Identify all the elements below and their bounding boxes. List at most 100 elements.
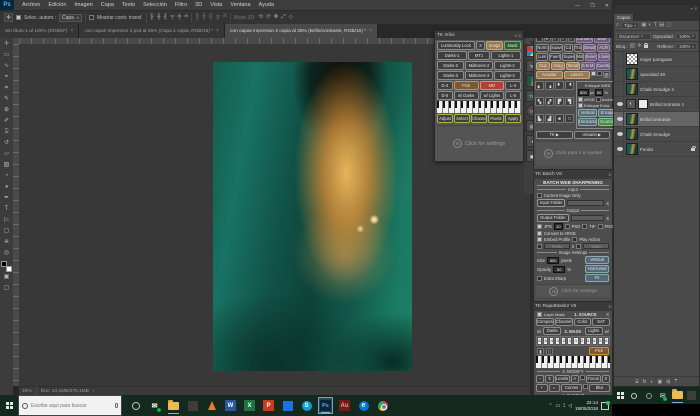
subtract-button[interactable]: − <box>536 375 544 383</box>
gradient-patch-icon[interactable]: ▨ <box>603 71 610 78</box>
menu-texto[interactable]: Texto <box>118 0 139 10</box>
tk-infinity-header[interactable]: TK Infini « ≡ <box>435 31 523 40</box>
rselec-button[interactable]: r.Selec <box>598 53 610 61</box>
filter-type-dropdown[interactable]: Tipo <box>621 22 639 29</box>
acoplar-button[interactable]: Acoplar <box>536 71 563 79</box>
lock-transparency-icon[interactable]: ▨ <box>630 42 635 51</box>
panel-menu-icon[interactable]: ≡ <box>518 33 521 38</box>
input-folder-button[interactable]: Input Folder <box>537 199 565 207</box>
dark-app-2[interactable] <box>687 388 697 403</box>
filter-adjustment-icon[interactable]: ◐ <box>648 21 651 30</box>
layer-row[interactable]: Chalk Smudge 2 <box>614 82 699 97</box>
mask-view-icon[interactable]: ▮ <box>537 348 544 355</box>
sharpen-size-field[interactable]: 800 <box>578 89 589 96</box>
darks1-button[interactable]: Darks-1 <box>437 51 467 60</box>
3d-pan-icon[interactable]: ✥ <box>274 13 279 22</box>
combo-checkbox2[interactable] <box>597 71 602 76</box>
usuario-menu-button[interactable]: Usuario ▶ <box>574 131 611 139</box>
clear-button[interactable]: X <box>476 41 485 50</box>
blur-tool[interactable]: ◔ <box>1 171 12 182</box>
vlc-app[interactable] <box>204 397 219 414</box>
combo-settings-area[interactable]: TK Click para ir a Ajustes <box>536 141 610 165</box>
move-tool[interactable]: ✛ <box>1 39 12 50</box>
3d-roll-icon[interactable]: ⟳ <box>266 13 271 22</box>
lights3-button[interactable]: Lights-3 <box>494 71 521 80</box>
zone-button[interactable]: 5 <box>598 337 603 345</box>
x-modify-button[interactable]: X <box>545 375 553 383</box>
foreground-color-swatch[interactable] <box>1 261 7 267</box>
sharpen-amount-field[interactable]: 50 <box>595 89 603 96</box>
menu-ventana[interactable]: Ventana <box>226 0 254 10</box>
layer-thumbnail[interactable] <box>626 143 638 155</box>
audition-app[interactable]: Au <box>337 397 352 414</box>
screen-mode-icon[interactable]: ▢ <box>1 283 12 294</box>
distribute-left-icon[interactable]: ╠ <box>195 13 199 22</box>
tk-rapidmask-header[interactable]: TK RapidMask2 V6≡ <box>533 302 613 311</box>
zone-button[interactable]: 3 <box>586 337 591 345</box>
document-tab-active[interactable]: con capas impresion 2 copia al 25% (Bril… <box>225 24 378 38</box>
layer-mask-thumbnail[interactable] <box>638 99 648 109</box>
eraser-tool[interactable]: ▱ <box>1 149 12 160</box>
dark-app[interactable] <box>185 397 200 414</box>
visibility-toggle[interactable] <box>616 127 624 141</box>
mask-view2-icon[interactable]: ▯ <box>546 348 553 355</box>
jpg-quality-field[interactable]: 10 <box>554 223 562 230</box>
select-button[interactable]: Select <box>454 114 470 123</box>
battery-icon[interactable]: ▭ <box>556 403 561 409</box>
distribute-top-icon[interactable]: ╦ <box>216 13 220 22</box>
layer-row[interactable]: Chalk Smudge <box>614 127 699 142</box>
zoom-level-field[interactable]: 25% <box>22 389 32 394</box>
collapse-icon[interactable]: ▪ <box>691 6 693 11</box>
layer-row[interactable]: opacidad 30 <box>614 67 699 82</box>
mt1-button[interactable]: MT1 <box>468 51 490 60</box>
layer-row[interactable]: Fondo <box>614 142 699 157</box>
visibility-toggle[interactable] <box>616 52 624 66</box>
embed-profile-checkbox[interactable] <box>537 237 542 242</box>
visibility-toggle[interactable] <box>616 142 624 156</box>
collapse-icon[interactable]: « <box>515 33 518 38</box>
type-tool[interactable]: T <box>1 204 12 215</box>
input-folder-field[interactable] <box>567 200 604 206</box>
layer-style-icon[interactable]: fx <box>643 379 647 385</box>
composite-button[interactable]: Composite <box>536 318 554 326</box>
opacity-field[interactable]: 50 <box>553 266 565 273</box>
tab-close-icon[interactable]: × <box>369 28 372 34</box>
color-source-button[interactable]: Color <box>574 318 592 326</box>
channel-button[interactable]: Channel <box>471 114 487 123</box>
edge-app[interactable]: e <box>356 397 371 414</box>
source-clear-button[interactable]: X <box>606 312 609 317</box>
mail-app[interactable]: ✉ <box>147 397 162 414</box>
clone-stamp-tool[interactable]: ⌻ <box>1 127 12 138</box>
mask-icon[interactable]: ▣ <box>657 379 662 385</box>
sel-icon[interactable]: ■ <box>555 114 564 123</box>
zone-button[interactable]: 4 <box>592 337 597 345</box>
healing-brush-tool[interactable]: ⊕ <box>1 105 12 116</box>
sel-icon[interactable]: ▚ <box>535 97 544 106</box>
luminosity-lock-button[interactable]: Luminosity Lock <box>437 41 475 50</box>
curves-button[interactable]: Curves <box>561 384 582 392</box>
current-image-only-checkbox[interactable] <box>537 193 542 198</box>
convert-srgb-checkbox[interactable] <box>537 231 542 236</box>
sel-icon[interactable]: ▖ <box>535 81 544 90</box>
apply-button[interactable]: Apply <box>505 114 521 123</box>
menu-ayuda[interactable]: Ayuda <box>255 0 279 10</box>
darks-mask-button[interactable]: Darks <box>543 327 561 335</box>
tra-button[interactable]: Tra <box>574 44 583 52</box>
md-button[interactable]: MD <box>480 81 505 90</box>
suffix-field[interactable]: Suffix <box>583 243 609 249</box>
suffix-checkbox[interactable] <box>576 244 581 249</box>
align-middle-icon[interactable]: ╪ <box>177 13 181 22</box>
restore-icon[interactable]: ❐ <box>590 3 594 9</box>
invierte-button[interactable]: Invierte <box>585 53 597 61</box>
history-brush-tool[interactable]: ↺ <box>1 138 12 149</box>
zone-button[interactable]: 3 <box>555 337 560 345</box>
imag-button[interactable]: Imag <box>551 62 565 70</box>
action-center-icon[interactable] <box>601 402 609 410</box>
move-tool-options-icon[interactable]: ✛ <box>4 13 13 22</box>
filter-pixel-icon[interactable]: ▣ <box>641 21 646 30</box>
filter-shape-icon[interactable]: ▤ <box>659 21 664 30</box>
document-tab[interactable]: Sin título-1 al 100% (RGB/8*)× <box>0 24 79 38</box>
tab-close-icon[interactable]: × <box>70 28 73 34</box>
pen-tool[interactable]: ✒ <box>1 193 12 204</box>
filter-smart-icon[interactable]: ▢ <box>666 21 671 30</box>
